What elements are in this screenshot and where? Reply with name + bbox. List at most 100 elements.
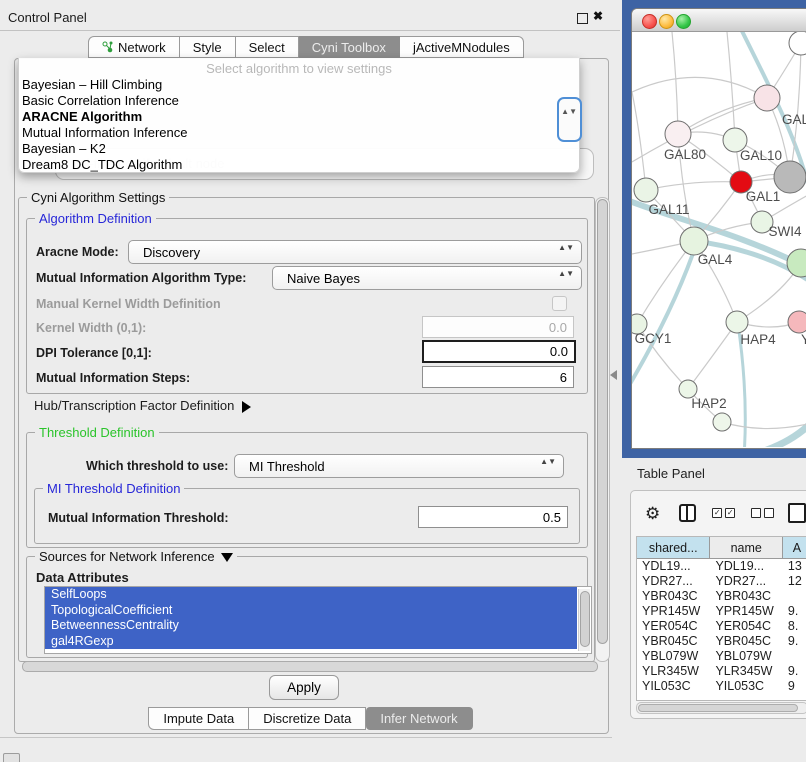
algorithm-option[interactable]: ARACNE Algorithm [19,109,579,125]
bottom-tab-impute-data[interactable]: Impute Data [148,707,249,730]
mi-threshold-definition-title: MI Threshold Definition [43,481,184,496]
table-row[interactable]: YBR043CYBR043C [637,589,806,604]
table-row[interactable]: YER054CYER054C8. [637,619,806,634]
table-cell: YBL079W [710,649,782,664]
network-node-gal80[interactable] [665,121,691,147]
table-cell: 9. [783,664,806,679]
data-attributes-list[interactable]: SelfLoopsTopologicalCoefficientBetweenne… [44,586,592,654]
table-row[interactable]: YBR045CYBR045C9. [637,634,806,649]
column-header[interactable]: name [710,537,783,558]
algorithm-option[interactable]: Mutual Information Inference [19,125,579,141]
new-table-icon[interactable] [788,503,806,523]
network-node-label: GAL11 [648,202,689,217]
network-node[interactable] [713,413,731,431]
network-node-gal4[interactable] [680,227,708,255]
attribute-item[interactable]: gal4RGexp [45,634,577,650]
network-node-hap4[interactable] [726,311,748,333]
close-traffic-light-icon[interactable] [642,14,657,29]
algorithm-option[interactable]: Bayesian – K2 [19,141,579,157]
tab-select[interactable]: Select [236,36,299,58]
mi-threshold-field[interactable]: 0.5 [418,506,568,528]
table-cell: YIL053C [637,679,710,694]
algorithm-option[interactable]: Bayesian – Hill Climbing [19,77,579,93]
tab-cyni-toolbox[interactable]: Cyni Toolbox [299,36,400,58]
table-row[interactable]: YDL19...YDL19...13 [637,559,806,574]
minimize-traffic-light-icon[interactable] [659,14,674,29]
network-edge[interactable] [637,241,694,324]
network-node-label: GAL [782,112,806,127]
table-row[interactable]: YDR27...YDR27...12 [637,574,806,589]
algorithm-option[interactable]: Basic Correlation Inference [19,93,579,109]
table-cell: YER054C [637,619,710,634]
table-row[interactable]: YIL053CYIL053C9 [637,679,806,694]
bottom-tab-discretize-data[interactable]: Discretize Data [249,707,366,730]
network-edge[interactable] [672,32,678,134]
mi-steps-field[interactable]: 6 [422,366,574,388]
algorithm-combo-focus-fragment[interactable]: ▲▼ [557,97,582,142]
which-threshold-label: Which threshold to use: [86,459,228,473]
network-edge-highlighted[interactable] [660,420,806,447]
table-row[interactable]: YBL079WYBL079W [637,649,806,664]
table-row[interactable]: YPR145WYPR145W9. [637,604,806,619]
combo-stepper-icon: ▲▼ [558,244,574,252]
settings-horizontal-scrollbar[interactable] [22,661,598,672]
tab-network[interactable]: Network [88,36,180,58]
algorithm-option[interactable]: Dream8 DC_TDC Algorithm [19,157,579,173]
network-canvas[interactable]: GALGAL80GAL10GAL1GAL11SWI4GAL4GCY1HAP4YH… [632,32,806,447]
network-edge[interactable] [632,92,646,190]
kernel-width-field[interactable]: 0.0 [422,316,574,338]
apply-button[interactable]: Apply [269,675,339,700]
select-all-columns-icon[interactable]: ✓✓ [712,508,735,518]
dpi-tolerance-field[interactable]: 0.0 [422,340,576,363]
table-cell [783,649,806,664]
network-node[interactable] [789,32,806,55]
float-panel-icon[interactable] [577,13,588,24]
table-cell: YLR345W [637,664,710,679]
table-cell: YPR145W [637,604,710,619]
network-window-titlebar[interactable] [632,9,806,32]
mi-algorithm-type-value: Naive Bayes [287,271,360,286]
zoom-traffic-light-icon[interactable] [676,14,691,29]
network-node-y[interactable] [788,311,806,333]
splitter-collapse-icon[interactable] [610,370,617,380]
table-horizontal-scrollbar[interactable] [636,702,806,714]
gear-icon[interactable]: ⚙ [645,505,660,522]
settings-vertical-scrollbar[interactable] [595,197,610,662]
column-header[interactable]: A [783,537,806,558]
bottom-tab-infer-network[interactable]: Infer Network [366,707,472,730]
network-node[interactable] [774,161,806,193]
close-panel-icon[interactable]: ✖ [593,9,603,23]
table-body: YDL19...YDL19...13YDR27...YDR27...12YBR0… [637,559,806,694]
network-node[interactable] [787,249,806,277]
network-icon [102,41,114,53]
tab-style[interactable]: Style [180,36,236,58]
network-edge[interactable] [688,322,737,389]
attribute-item[interactable]: TopologicalCoefficient [45,603,577,619]
which-threshold-combo[interactable]: MI Threshold ▲▼ [234,454,564,478]
network-node-label: HAP2 [691,396,726,411]
column-header[interactable]: shared... [637,537,710,558]
attribute-item[interactable]: BetweennessCentrality [45,618,577,634]
network-node-gal[interactable] [754,85,780,111]
aracne-mode-label: Aracne Mode: [36,245,119,259]
hub-section-toggle[interactable]: Hub/Transcription Factor Definition [34,398,251,413]
network-edge[interactable] [632,77,767,98]
manual-kernel-width-checkbox[interactable] [552,296,567,311]
table-toolbar: ⚙ ✓✓ [631,499,806,527]
mi-algorithm-type-combo[interactable]: Naive Bayes ▲▼ [272,266,582,290]
network-edge[interactable] [646,182,741,190]
collapsed-corner-button[interactable] [3,753,20,762]
network-edge[interactable] [678,98,767,134]
network-node-gal11[interactable] [634,178,658,202]
network-edge[interactable] [722,422,806,429]
attribute-item[interactable]: SelfLoops [45,587,577,603]
table-row[interactable]: YLR345WYLR345W9. [637,664,806,679]
deselect-all-columns-icon[interactable] [751,508,774,518]
network-edge[interactable] [727,32,735,140]
table-cell: YBR043C [710,589,782,604]
attributes-scrollbar[interactable] [578,589,590,651]
tab-jactivemnodules[interactable]: jActiveMNodules [400,36,524,58]
aracne-mode-combo[interactable]: Discovery ▲▼ [128,240,582,264]
columns-icon[interactable] [679,504,696,522]
sources-title[interactable]: Sources for Network Inference [35,549,237,564]
